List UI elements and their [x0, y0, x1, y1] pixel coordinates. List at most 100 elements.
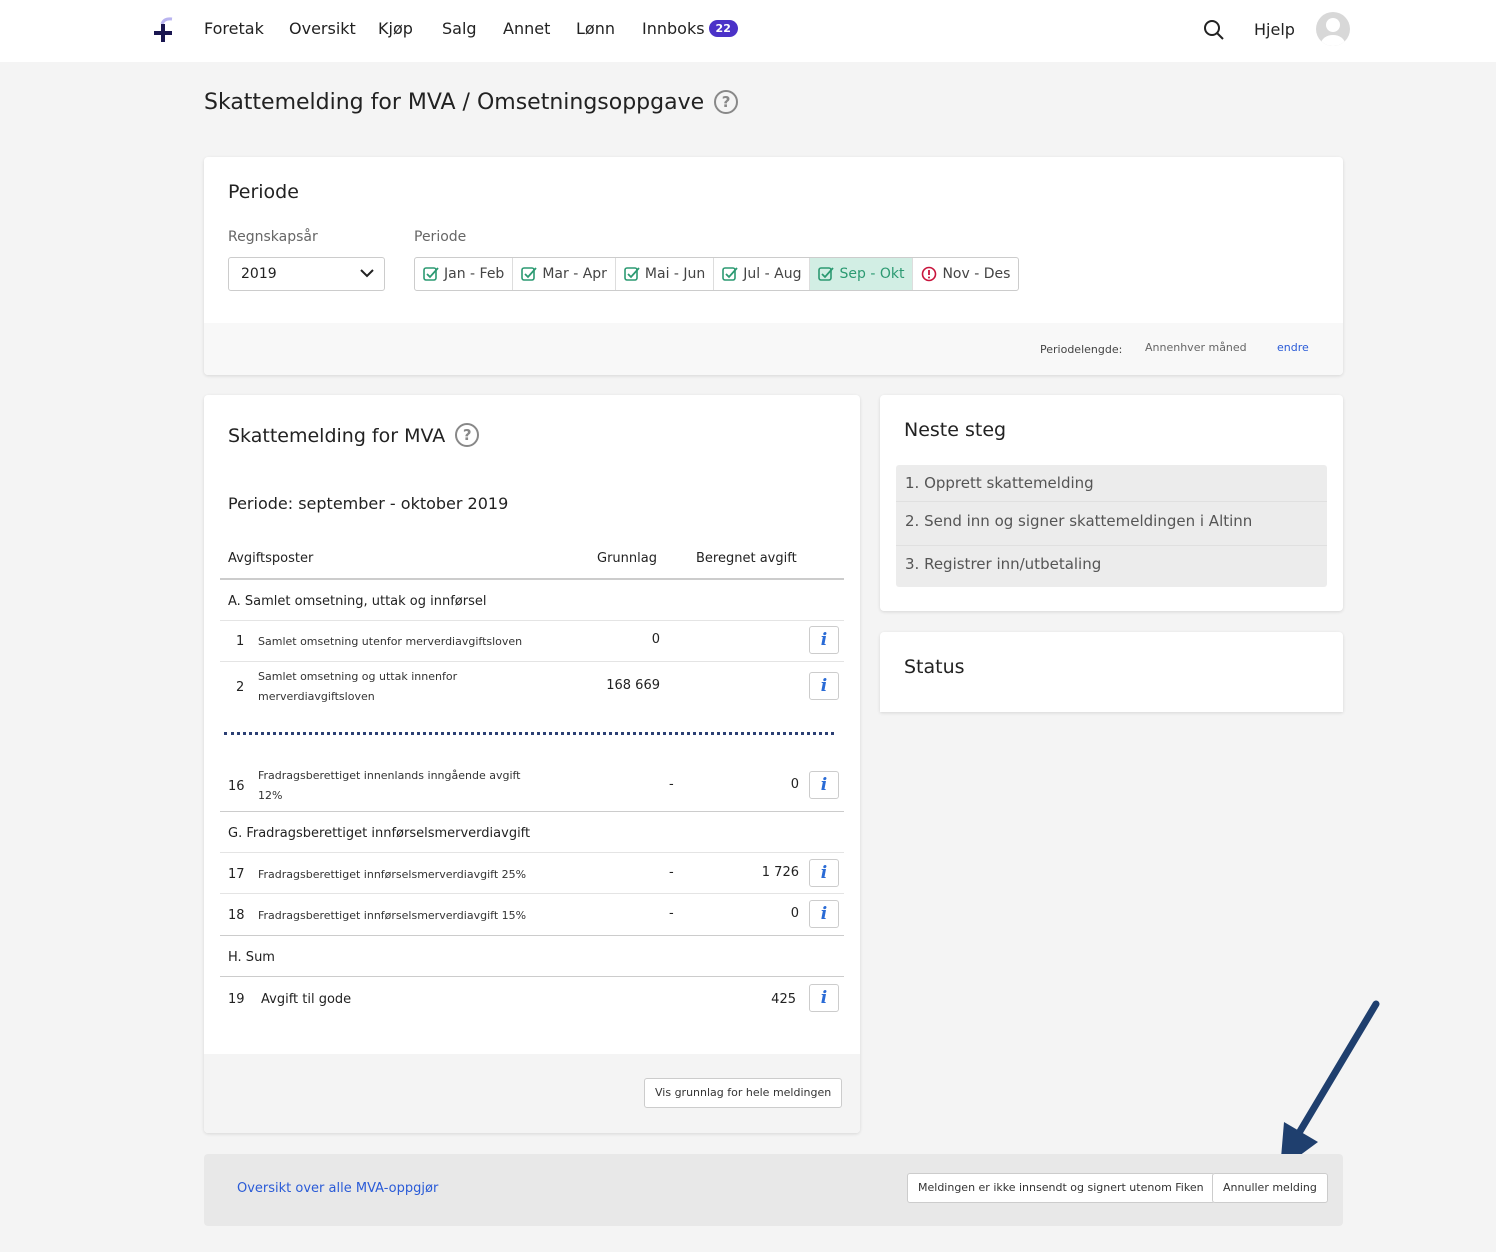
row-label-line1: Fradragsberettiget innenlands inngående … [258, 769, 521, 782]
show-all-basis-button[interactable]: Vis grunnlag for hele meldingen [644, 1078, 843, 1108]
row-fee: 0 [790, 906, 799, 921]
col-header-fee: Beregnet avgift [696, 551, 797, 566]
row-label: Fradragsberettiget innførselsmerverdiavg… [258, 909, 527, 922]
periode-footer: Periodelengde: Annenhver måned endre [204, 323, 1343, 375]
annotation-arrow-icon [1280, 1000, 1380, 1170]
col-header-posts: Avgiftsposter [228, 551, 314, 566]
row-label-line1: Samlet omsetning og uttak innenfor [258, 670, 458, 683]
divider [220, 620, 844, 621]
periodelengde-value: Annenhver måned [1145, 341, 1247, 354]
help-link[interactable]: Hjelp [1254, 20, 1295, 39]
period-label: Jul - Aug [743, 266, 802, 282]
skattemelding-card: Skattemelding for MVA? Periode: septembe… [204, 395, 860, 1133]
row-number: 16 [228, 779, 245, 794]
row-label: Fradragsberettiget innførselsmerverdiavg… [258, 868, 527, 881]
row-basis: - [669, 777, 674, 792]
nav-oversikt[interactable]: Oversikt [289, 19, 356, 38]
divider [220, 976, 844, 977]
chevron-down-icon [360, 269, 374, 278]
info-button[interactable]: i [809, 672, 839, 700]
row-basis: - [669, 906, 674, 921]
info-button[interactable]: i [809, 859, 839, 887]
period-label: Jan - Feb [444, 266, 505, 282]
user-avatar-icon [1321, 18, 1345, 46]
not-sent-button[interactable]: Meldingen er ikke innsendt og signert ut… [907, 1173, 1215, 1203]
period-mai-jun[interactable]: Mai - Jun [616, 258, 715, 290]
divider [220, 661, 844, 662]
row-number: 2 [236, 680, 245, 695]
fiken-logo-icon[interactable] [150, 16, 176, 44]
card-footer: Vis grunnlag for hele meldingen [204, 1054, 860, 1133]
divider [896, 545, 1327, 546]
search-icon[interactable] [1202, 18, 1226, 42]
nav-kjop[interactable]: Kjøp [378, 19, 413, 38]
row-basis: 168 669 [606, 678, 660, 693]
divider [896, 501, 1327, 502]
checkbox-checked-icon [722, 267, 738, 281]
help-icon[interactable]: ? [714, 90, 739, 114]
row-label-line2: 12% [258, 789, 283, 802]
periode-label: Periode [414, 229, 467, 245]
cancel-report-button[interactable]: Annuller melding [1212, 1173, 1328, 1203]
info-button[interactable]: i [809, 626, 839, 654]
help-icon[interactable]: ? [455, 423, 480, 447]
nav-annet[interactable]: Annet [503, 19, 550, 38]
step-2: 2. Send inn og signer skattemeldingen i … [905, 512, 1253, 530]
period-jul-aug[interactable]: Jul - Aug [714, 258, 811, 290]
period-sep-okt[interactable]: Sep - Okt [810, 258, 914, 290]
dotted-break-line [224, 732, 834, 735]
period-jan-feb[interactable]: Jan - Feb [415, 258, 514, 290]
nav-innboks-label: Innboks [642, 19, 705, 38]
row-fee: 0 [790, 777, 799, 792]
content-break [204, 711, 860, 759]
mva-overview-link[interactable]: Oversikt over alle MVA-oppgjør [237, 1181, 438, 1196]
change-period-length-link[interactable]: endre [1277, 341, 1309, 354]
row-basis: 0 [651, 632, 660, 647]
period-mar-apr[interactable]: Mar - Apr [513, 258, 616, 290]
period-label: Mar - Apr [542, 266, 607, 282]
page-title-text: Skattemelding for MVA / Omsetningsoppgav… [204, 90, 705, 115]
col-header-basis: Grunnlag [597, 551, 657, 566]
row-number: 1 [236, 634, 245, 649]
skattemelding-title: Skattemelding for MVA? [228, 423, 480, 447]
row-label-line2: merverdiavgiftsloven [258, 690, 375, 703]
section-h-heading: H. Sum [228, 950, 275, 965]
section-a-heading: A. Samlet omsetning, uttak og innførsel [228, 594, 487, 609]
periode-title: Periode [228, 181, 299, 203]
section-g-heading: G. Fradragsberettiget innførselsmerverdi… [228, 826, 531, 841]
steps-list: 1. Opprett skattemelding 2. Send inn og … [896, 465, 1327, 587]
divider [220, 893, 844, 894]
divider [220, 852, 844, 853]
bottom-action-bar: Oversikt over alle MVA-oppgjør Meldingen… [204, 1154, 1343, 1226]
checkbox-checked-icon [624, 267, 640, 281]
status-title: Status [904, 656, 965, 678]
info-button[interactable]: i [809, 984, 839, 1012]
checkbox-checked-icon [818, 267, 835, 281]
avatar[interactable] [1316, 12, 1350, 46]
status-card: Status [880, 632, 1343, 712]
info-button[interactable]: i [809, 900, 839, 928]
step-3: 3. Registrer inn/utbetaling [905, 555, 1102, 573]
row-number: 18 [228, 908, 245, 923]
period-label: Mai - Jun [644, 266, 706, 282]
step-1: 1. Opprett skattemelding [905, 474, 1094, 492]
info-button[interactable]: i [809, 771, 839, 799]
warning-circle-icon [922, 266, 937, 282]
row-basis: - [669, 865, 674, 880]
period-nov-des[interactable]: Nov - Des [913, 258, 1018, 290]
nav-salg[interactable]: Salg [442, 19, 477, 38]
periodelengde-label: Periodelengde: [1040, 343, 1123, 356]
nav-lonn[interactable]: Lønn [576, 19, 615, 38]
nav-innboks[interactable]: Innboks 22 [642, 19, 738, 38]
period-label: Nov - Des [942, 266, 1011, 282]
nav-foretak[interactable]: Foretak [204, 19, 264, 38]
row-fee: 1 726 [761, 865, 799, 880]
checkbox-checked-icon [521, 267, 538, 281]
divider [220, 935, 844, 936]
next-steps-card: Neste steg 1. Opprett skattemelding 2. S… [880, 395, 1343, 611]
inbox-count-badge: 22 [708, 20, 738, 37]
row-fee: 425 [771, 992, 796, 1007]
checkbox-checked-icon [423, 267, 439, 281]
top-navigation: Foretak Oversikt Kjøp Salg Annet Lønn In… [0, 0, 1496, 62]
year-select[interactable]: 2019 [228, 257, 385, 291]
